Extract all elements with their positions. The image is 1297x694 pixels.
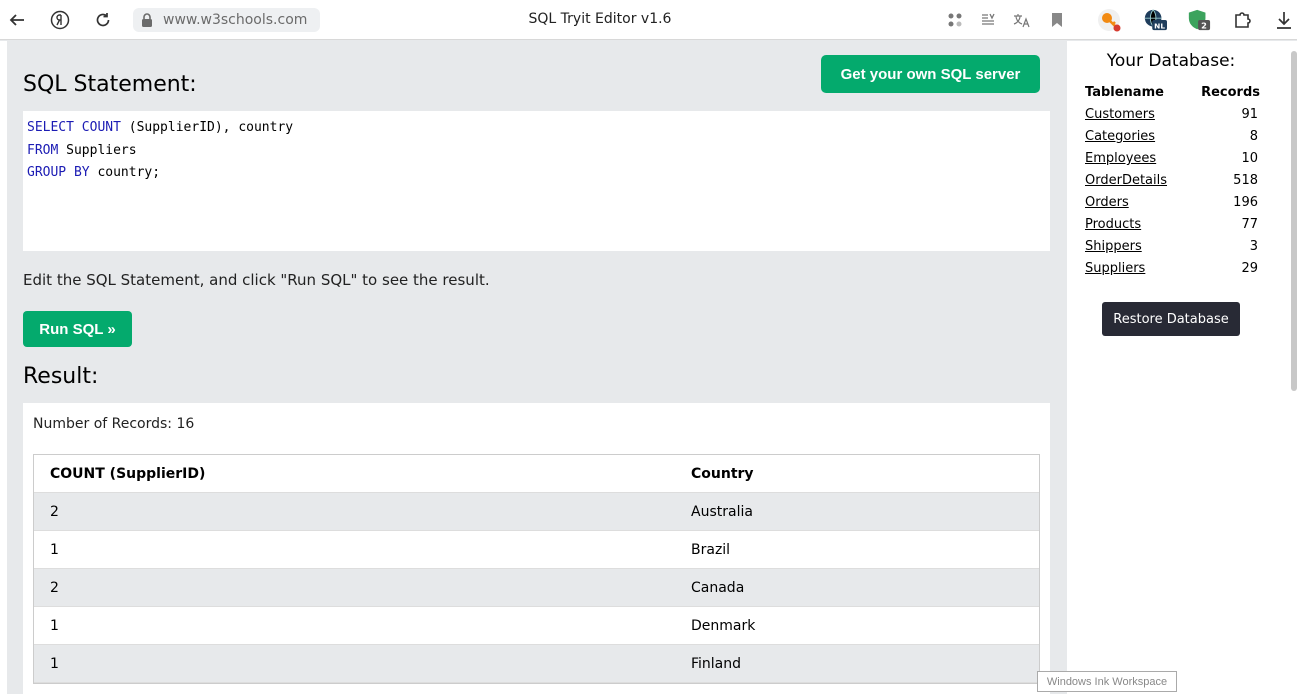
- sql-editor[interactable]: SELECT COUNT (SupplierID), country FROM S…: [23, 111, 1050, 251]
- record-count: 196: [1233, 195, 1258, 210]
- table-link-categories[interactable]: Categories: [1085, 129, 1155, 144]
- record-count: 77: [1241, 217, 1258, 232]
- code-line: FROM Suppliers: [27, 140, 1046, 163]
- sql-text: country;: [89, 165, 161, 180]
- key-extension-icon[interactable]: [1097, 8, 1121, 32]
- record-count: 10: [1241, 151, 1258, 166]
- database-table-row: Suppliers 29: [1085, 261, 1258, 283]
- tablename-header: Tablename: [1085, 85, 1164, 100]
- column-header-country: Country: [691, 465, 754, 482]
- cell-country: Canada: [691, 579, 745, 596]
- cell-count: 2: [50, 503, 59, 520]
- table-link-customers[interactable]: Customers: [1085, 107, 1155, 122]
- table-row: 2 Australia: [34, 493, 1039, 531]
- sql-text: (SupplierID), country: [120, 120, 294, 135]
- cell-count: 2: [50, 579, 59, 596]
- svg-text:NL: NL: [1154, 21, 1165, 30]
- database-table-row: Products 77: [1085, 217, 1258, 239]
- sql-text: Suppliers: [58, 142, 137, 158]
- editor-panel: SQL Statement: Get your own SQL server S…: [7, 41, 1066, 694]
- run-sql-button[interactable]: Run SQL »: [23, 311, 132, 347]
- database-table-list: Customers 91 Categories 8 Employees 10 OrderDe…: [1085, 107, 1258, 283]
- database-table-header: Tablename Records: [1085, 85, 1260, 100]
- result-table: COUNT (SupplierID) Country 2 Australia 1 Br…: [33, 454, 1040, 684]
- table-row: 1 Brazil: [34, 531, 1039, 569]
- get-sql-server-button[interactable]: Get your own SQL server: [821, 55, 1040, 93]
- svg-text:2: 2: [1201, 20, 1207, 30]
- result-heading: Result:: [23, 364, 99, 389]
- table-link-employees[interactable]: Employees: [1085, 151, 1156, 166]
- table-header-row: COUNT (SupplierID) Country: [34, 455, 1039, 493]
- extensions-puzzle-icon[interactable]: [1231, 8, 1255, 32]
- record-count: 91: [1241, 107, 1258, 122]
- cell-country: Denmark: [691, 617, 756, 634]
- table-row: 2 Canada: [34, 569, 1039, 607]
- left-edge: [0, 41, 7, 694]
- column-header-count: COUNT (SupplierID): [50, 465, 206, 482]
- your-database-title: Your Database:: [1106, 51, 1236, 71]
- record-count: 8: [1249, 129, 1258, 144]
- record-count: 29: [1241, 261, 1258, 276]
- cell-country: Brazil: [691, 541, 731, 558]
- bookmark-icon[interactable]: [1045, 8, 1069, 32]
- cell-country: Finland: [691, 655, 742, 672]
- table-link-suppliers[interactable]: Suppliers: [1085, 261, 1145, 276]
- table-link-orderdetails[interactable]: OrderDetails: [1085, 173, 1167, 188]
- restore-database-button[interactable]: Restore Database: [1102, 302, 1240, 336]
- download-icon[interactable]: [1272, 8, 1296, 32]
- apps-grid-icon[interactable]: [943, 8, 967, 32]
- table-link-orders[interactable]: Orders: [1085, 195, 1129, 210]
- database-sidebar: Your Database: Tablename Records Custome…: [1067, 41, 1297, 694]
- result-panel: Number of Records: 16 COUNT (SupplierID)…: [23, 403, 1050, 694]
- translate-icon[interactable]: [1010, 8, 1034, 32]
- sql-keyword: GROUP BY: [27, 165, 90, 180]
- number-of-records: Number of Records: 16: [33, 416, 195, 432]
- sql-statement-heading: SQL Statement:: [23, 72, 197, 97]
- database-table-row: Categories 8: [1085, 129, 1258, 151]
- database-table-row: OrderDetails 518: [1085, 173, 1258, 195]
- sql-keyword: SELECT COUNT: [27, 120, 121, 135]
- vpn-globe-icon[interactable]: NL: [1143, 8, 1167, 32]
- record-count: 3: [1249, 239, 1258, 254]
- code-line: SELECT COUNT (SupplierID), country: [27, 117, 1046, 140]
- table-row: 1 Denmark: [34, 607, 1039, 645]
- records-header: Records: [1201, 85, 1260, 100]
- page-scrollbar[interactable]: [1291, 51, 1297, 391]
- database-table-row: Orders 196: [1085, 195, 1258, 217]
- cell-count: 1: [50, 617, 59, 634]
- code-line: GROUP BY country;: [27, 162, 1046, 185]
- sql-keyword: FROM: [27, 142, 59, 158]
- database-table-row: Shippers 3: [1085, 239, 1258, 261]
- database-table-row: Employees 10: [1085, 151, 1258, 173]
- database-table-row: Customers 91: [1085, 107, 1258, 129]
- record-count: 518: [1233, 173, 1258, 188]
- table-link-products[interactable]: Products: [1085, 217, 1141, 232]
- instruction-text: Edit the SQL Statement, and click "Run S…: [23, 271, 490, 289]
- cell-count: 1: [50, 655, 59, 672]
- windows-ink-tooltip: Windows Ink Workspace: [1037, 671, 1177, 692]
- table-row: 1 Finland: [34, 645, 1039, 683]
- cell-country: Australia: [691, 503, 753, 520]
- table-link-shippers[interactable]: Shippers: [1085, 239, 1142, 254]
- reader-mode-icon[interactable]: [976, 8, 1000, 32]
- browser-toolbar: www.w3schools.com SQL Tryit Editor v1.6 …: [0, 0, 1297, 40]
- shield-extension-icon[interactable]: 2: [1187, 8, 1211, 32]
- cell-count: 1: [50, 541, 59, 558]
